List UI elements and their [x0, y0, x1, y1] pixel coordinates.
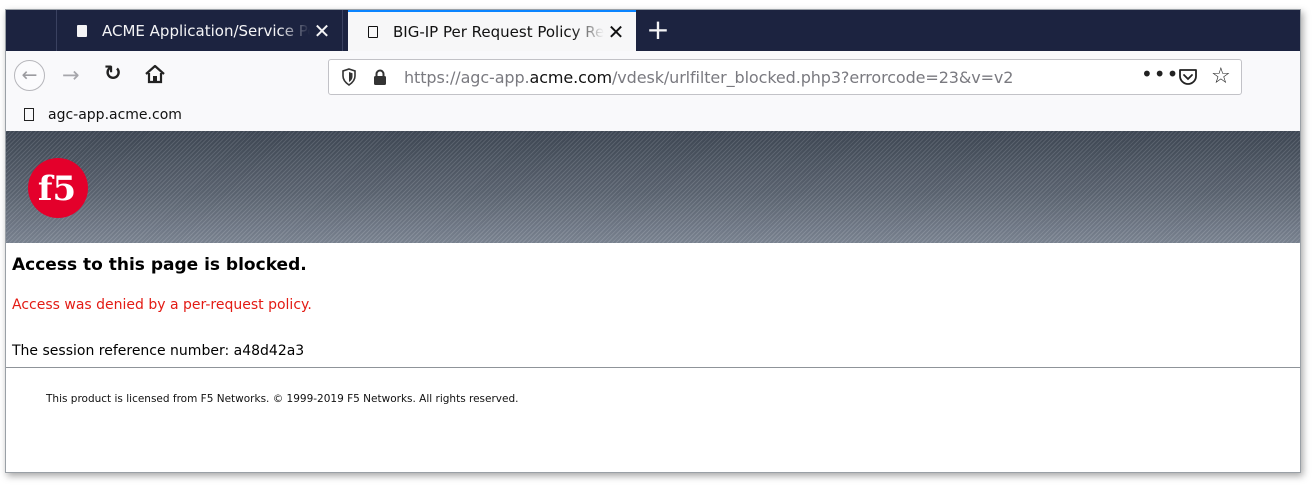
back-button[interactable]: ← — [14, 60, 45, 91]
page-title: Access to this page is blocked. — [12, 255, 307, 275]
url-text[interactable]: https://agc-app.acme.com/vdesk/urlfilter… — [404, 68, 1013, 87]
back-arrow-icon: ← — [21, 64, 38, 86]
close-tab-icon[interactable]: ✕ — [310, 21, 334, 41]
session-reference: The session reference number: a48d42a3 — [12, 343, 304, 359]
home-button[interactable] — [144, 64, 166, 88]
navigation-toolbar: ← → ↻ https://agc-app.acme.com/vdesk/url… — [6, 51, 1300, 101]
forward-arrow-icon: → — [62, 63, 80, 87]
page-icon — [368, 25, 378, 38]
browser-window: ACME Application/Service Portal ✕ BIG-IP… — [5, 9, 1301, 473]
tab-title: BIG-IP Per Request Policy Resource — [393, 22, 604, 41]
page-icon — [24, 108, 34, 121]
star-icon[interactable]: ☆ — [1211, 64, 1231, 89]
tab-bigip-policy[interactable]: BIG-IP Per Request Policy Resource ✕ — [348, 10, 636, 51]
session-label: The session reference number: — [12, 343, 230, 359]
tab-acme-portal[interactable]: ACME Application/Service Portal ✕ — [56, 10, 343, 51]
forward-button[interactable]: → — [62, 63, 80, 87]
site-identity-strip: agc-app.acme.com — [6, 101, 1300, 131]
tab-title: ACME Application/Service Portal — [102, 21, 310, 40]
header-banner: f5 — [6, 131, 1300, 243]
home-icon — [145, 64, 165, 84]
logo-text: f5 — [38, 169, 76, 209]
close-tab-icon[interactable]: ✕ — [604, 22, 628, 42]
site-label[interactable]: agc-app.acme.com — [48, 107, 182, 123]
url-scheme: https:// — [404, 68, 461, 87]
reload-button[interactable]: ↻ — [104, 61, 122, 85]
new-tab-button[interactable]: + — [644, 15, 672, 45]
page-content: f5 Access to this page is blocked. Acces… — [6, 131, 1300, 472]
pocket-icon[interactable] — [1178, 68, 1198, 87]
lock-icon[interactable] — [373, 69, 387, 86]
tracking-shield-icon[interactable] — [341, 68, 357, 86]
divider — [6, 367, 1300, 368]
f5-logo: f5 — [28, 158, 88, 218]
page-icon — [77, 24, 87, 37]
url-path: /vdesk/urlfilter_blocked.php3?errorcode=… — [612, 68, 1014, 87]
footer-copyright: This product is licensed from F5 Network… — [46, 393, 519, 405]
url-subdomain: agc-app. — [460, 68, 530, 87]
session-number: a48d42a3 — [233, 343, 305, 359]
denied-message: Access was denied by a per-request polic… — [12, 297, 312, 313]
address-bar[interactable]: https://agc-app.acme.com/vdesk/urlfilter… — [328, 59, 1242, 95]
url-domain: acme.com — [529, 68, 613, 87]
tab-bar: ACME Application/Service Portal ✕ BIG-IP… — [6, 10, 1300, 51]
reload-icon: ↻ — [104, 61, 122, 85]
more-dots-icon[interactable]: ••• — [1141, 62, 1179, 86]
